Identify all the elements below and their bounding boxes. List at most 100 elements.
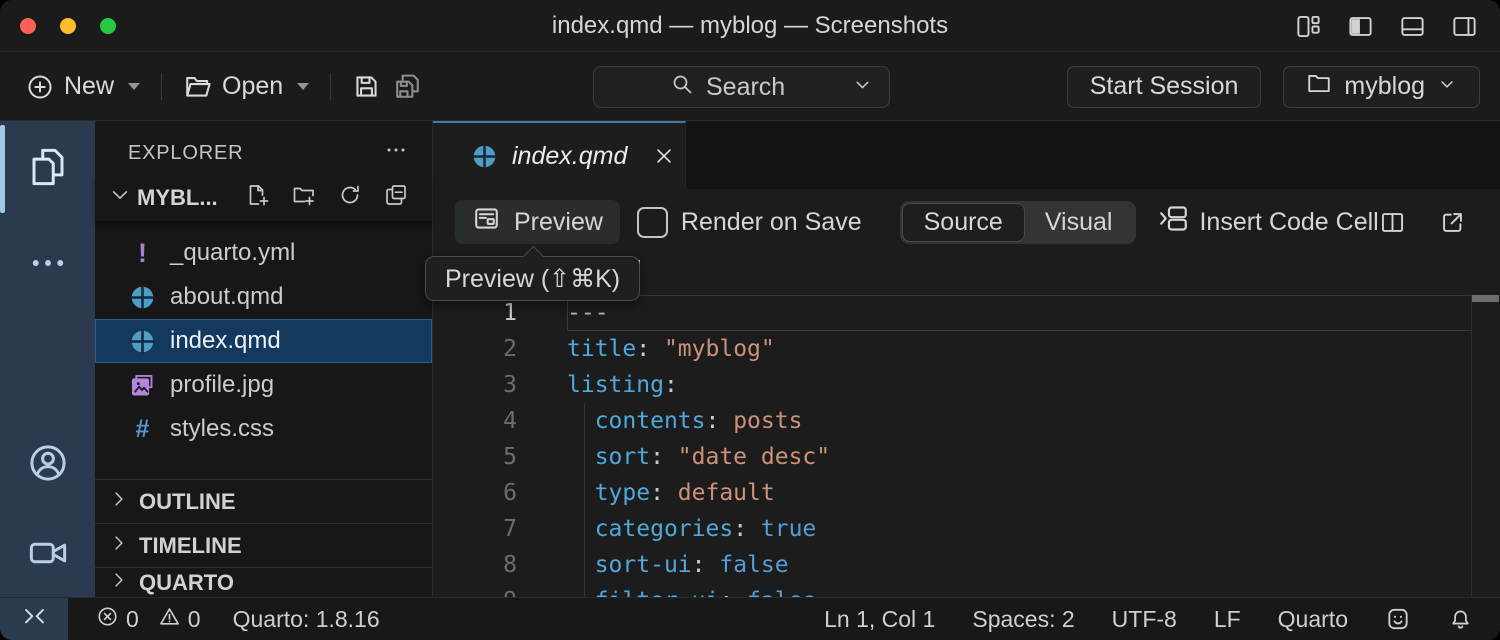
minimize-window-button[interactable] [60,18,76,34]
dropdown-caret-icon [128,83,140,90]
source-mode-button[interactable]: Source [903,204,1024,241]
quarto-icon [471,143,498,170]
editor-actions-toolbar: Preview Render on Save Source Visual Ins… [433,189,1500,255]
eol-setting[interactable]: LF [1214,606,1241,633]
sidebar-item-explorer[interactable] [0,121,95,217]
window-title: index.qmd — myblog — Screenshots [0,12,1500,40]
search-icon [670,72,694,103]
toggle-bottom-panel-icon[interactable] [1399,13,1426,40]
code-lines: 1 --- 2 title: "myblog" 3 listing: 4 con… [433,295,1500,597]
new-folder-icon[interactable] [292,183,316,214]
image-icon [129,372,156,399]
zoom-window-button[interactable] [100,18,116,34]
file-row[interactable]: # styles.css [95,407,432,451]
visual-mode-button[interactable]: Visual [1024,204,1134,241]
preview-button[interactable]: Preview [455,200,620,244]
sidebar-item-account[interactable] [0,417,95,513]
traffic-lights [0,18,116,34]
preview-tooltip: Preview (⇧⌘K) [425,256,640,301]
language-mode[interactable]: Quarto [1278,606,1348,633]
workspace-switcher-button[interactable]: myblog [1283,66,1480,108]
quarto-icon [129,328,156,355]
start-session-button[interactable]: Start Session [1067,66,1262,108]
open-external-icon[interactable] [1439,209,1466,236]
new-file-icon[interactable] [246,183,270,214]
chevron-down-icon [852,73,873,102]
search-placeholder: Search [706,73,785,102]
file-row[interactable]: ! _quarto.yml [95,231,432,275]
new-button-label: New [64,72,114,101]
save-all-button[interactable] [387,66,428,107]
chevron-right-icon [109,489,129,515]
scrollbar-thumb[interactable] [1472,295,1499,302]
search-input[interactable]: Search [593,66,890,108]
more-actions-icon[interactable] [384,138,408,168]
problems-errors[interactable]: 0 [96,605,139,634]
tab-index-qmd[interactable]: index.qmd [433,121,686,189]
render-on-save-checkbox[interactable] [637,207,668,238]
new-button[interactable]: New [20,66,146,107]
line-number: 6 [433,475,517,511]
close-tab-icon[interactable] [653,145,675,167]
sidebar-item-more[interactable] [0,217,95,313]
file-row[interactable]: profile.jpg [95,363,432,407]
indentation-setting[interactable]: Spaces: 2 [972,606,1074,633]
cursor-position[interactable]: Ln 1, Col 1 [824,606,935,633]
sidebar-item-video[interactable] [0,513,95,597]
yaml-exclamation-icon: ! [129,240,156,267]
file-row[interactable]: index.qmd [95,319,432,363]
toggle-left-panel-icon[interactable] [1347,13,1374,40]
code-editor[interactable]: 1 --- 2 title: "myblog" 3 listing: 4 con… [433,295,1500,597]
toggle-right-panel-icon[interactable] [1451,13,1478,40]
feedback-smiley-icon[interactable] [1385,606,1411,632]
sidebar-panel-timeline[interactable]: TIMELINE [95,523,432,567]
video-camera-icon [27,532,69,579]
collapse-all-icon[interactable] [384,183,408,214]
file-row[interactable]: about.qmd [95,275,432,319]
status-bar: 0 0 Quarto: 1.8.16 Ln 1, Col 1 Spaces: 2… [0,597,1500,640]
split-editor-icon[interactable] [1379,209,1406,236]
file-name: _quarto.yml [170,239,295,267]
tab-strip: index.qmd [433,121,1500,189]
explorer-sidebar: EXPLORER MYBL... ! _quarto.yml [95,121,433,597]
close-window-button[interactable] [20,18,36,34]
sidebar-panel-outline[interactable]: OUTLINE [95,479,432,523]
sidebar-panels: OUTLINE TIMELINE QUARTO [95,479,432,597]
code-line: 4 contents: posts [433,403,1500,439]
save-button[interactable] [346,66,387,107]
warning-count: 0 [188,606,201,633]
quarto-version[interactable]: Quarto: 1.8.16 [233,606,380,633]
line-number: 8 [433,547,517,583]
line-content: contents: posts [517,403,802,439]
explorer-title: EXPLORER [128,142,243,165]
line-content: type: default [517,475,775,511]
refresh-icon[interactable] [338,183,362,214]
sidebar-panel-quarto[interactable]: QUARTO [95,567,432,597]
chevron-right-icon [109,570,129,596]
error-count: 0 [126,606,139,633]
tooltip-text: Preview (⇧⌘K) [445,264,620,294]
workspace-label: myblog [1344,72,1425,101]
notifications-bell-icon[interactable] [1448,607,1473,632]
error-icon [96,605,119,634]
insert-code-cell-icon [1158,203,1189,241]
explorer-header: EXPLORER [95,131,432,175]
insert-code-cell-button[interactable]: Insert Code Cell [1158,203,1378,241]
customize-layout-icon[interactable] [1295,13,1322,40]
code-line: 9 filter-ui: false [433,583,1500,597]
encoding-setting[interactable]: UTF-8 [1112,606,1177,633]
workspace-section-header[interactable]: MYBL... [95,175,432,221]
warning-icon [158,605,181,634]
problems-warnings[interactable]: 0 [158,605,201,634]
code-line: 7 categories: true [433,511,1500,547]
line-number: 4 [433,403,517,439]
explorer-files-icon [27,146,69,193]
line-content: filter-ui: false [517,583,816,597]
toolbar-divider [330,73,331,100]
open-button[interactable]: Open [177,66,315,107]
chevron-down-icon [1437,72,1457,101]
line-content: categories: true [517,511,816,547]
remote-indicator[interactable] [0,598,68,640]
account-icon [27,442,69,489]
start-session-label: Start Session [1090,72,1239,101]
